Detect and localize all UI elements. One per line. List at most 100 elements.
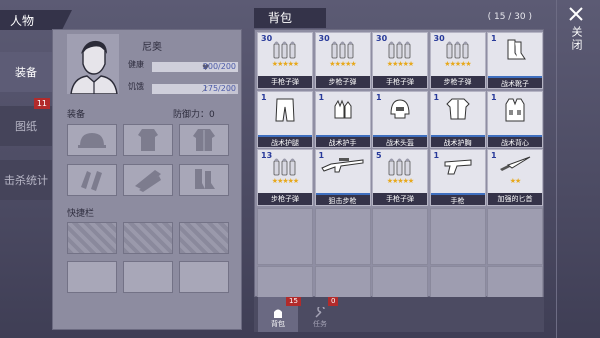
bullets-icon (373, 156, 427, 176)
nav-tab-equipment-label: 装备 (15, 66, 37, 79)
bag-item[interactable]: 1 手枪 (429, 149, 486, 206)
bag-item[interactable]: 30 ★★★★★ 手枪子弹 (372, 32, 428, 89)
bag-item[interactable]: 1 战术靴子 (487, 32, 543, 89)
item-name: 战术护手 (315, 134, 370, 147)
bag-item[interactable]: 1 ★★ 加强的匕首 (487, 149, 543, 206)
tasks-badge: 0 (328, 297, 339, 306)
bag-header-tab: 背包 (254, 8, 326, 28)
bag-item[interactable]: 1 战术护手 (314, 90, 371, 148)
item-name: 战术靴子 (488, 76, 542, 88)
equip-slot-outer[interactable] (179, 124, 229, 156)
bag-slot-empty[interactable] (487, 207, 543, 265)
bag-slot-empty[interactable] (314, 207, 371, 265)
chest-icon (431, 98, 485, 120)
character-panel: 尼奥 健康 ♥ 200/200 饥饿 ⟋ 175/200 装备 防御力：0 快捷… (52, 29, 242, 330)
quickbar-slot[interactable] (67, 261, 117, 293)
equip-slot-body[interactable] (123, 124, 173, 156)
jacket-icon (193, 129, 215, 151)
bag-item[interactable]: 1 战术头盔 (372, 90, 428, 148)
character-header-label: 人物 (10, 13, 35, 28)
quickbar-label: 快捷栏 (67, 209, 95, 219)
bag-item[interactable]: 13 ★★★★★ 步枪子弹 (257, 149, 313, 206)
equip-slot-hands[interactable] (67, 164, 117, 196)
nav-tab-blueprints-label: 图纸 (15, 120, 37, 133)
item-stars: ★★★★★ (386, 60, 414, 68)
bullets-icon (258, 156, 312, 176)
bag-item[interactable]: 1 战术背心 (487, 90, 543, 148)
bag-slot-empty[interactable] (429, 207, 486, 265)
hunger-value: 175/200 (202, 84, 236, 93)
bullets-icon (316, 39, 370, 59)
bag-header-label: 背包 (268, 11, 293, 25)
item-name: 步枪子弹 (258, 193, 312, 205)
item-stars: ★★ (509, 177, 522, 185)
equip-slot-legs[interactable] (123, 164, 173, 196)
item-name: 手枪子弹 (258, 76, 312, 88)
boots-icon (488, 39, 542, 61)
item-name: 手枪子弹 (373, 193, 427, 205)
hunger-stat: 饥饿 ⟋ 175/200 (128, 81, 238, 95)
bag-item[interactable]: 5 ★★★★★ 手枪子弹 (372, 149, 428, 206)
bottom-tab-tasks-label: 任务 (313, 320, 327, 328)
item-stars: ★★★★★ (329, 60, 356, 68)
quickbar-slot[interactable] (123, 261, 173, 293)
pants-icon (258, 98, 312, 122)
item-stars: ★★★★★ (271, 177, 299, 185)
bag-item[interactable]: 1 狙击步枪 (314, 149, 371, 206)
backpack-badge: 15 (286, 297, 301, 306)
gloves-icon (316, 98, 370, 120)
character-name: 尼奥 (142, 42, 162, 53)
character-portrait (67, 34, 119, 94)
bag-item[interactable]: 1 战术护腿 (257, 90, 313, 148)
quickbar-slot-locked (123, 222, 173, 254)
shirt-icon (138, 129, 158, 151)
quickbar-slot-locked (179, 222, 229, 254)
vest-icon (488, 98, 542, 122)
hunger-label: 饥饿 (128, 82, 144, 91)
nav-tab-kill-stats[interactable]: 击杀统计 (0, 160, 52, 200)
item-name: 狙击步枪 (315, 193, 370, 205)
bottom-tab-tasks[interactable]: 0 任务 (300, 297, 340, 332)
character-header: 人物 (0, 10, 72, 30)
item-name: 战术护胸 (430, 134, 485, 147)
boots-icon (195, 169, 215, 189)
close-button[interactable]: 关闭 (564, 6, 588, 72)
bullets-icon (258, 39, 312, 59)
item-name: 战术背心 (488, 134, 542, 147)
rifle-icon (316, 156, 370, 174)
equip-slot-feet[interactable] (179, 164, 229, 196)
defense-label: 防御力：0 (173, 110, 215, 120)
item-stars: ★★★★★ (386, 177, 414, 185)
bag-item[interactable]: 30 ★★★★★ 手枪子弹 (257, 32, 313, 89)
equip-slot-head[interactable] (67, 124, 117, 156)
bag-header: 背包 ( 15 / 30 ) (254, 8, 544, 28)
health-value: 200/200 (202, 62, 236, 71)
close-label: 关闭 (570, 26, 583, 52)
health-label: 健康 (128, 60, 144, 69)
item-name: 战术护腿 (258, 134, 312, 147)
bag-item[interactable]: 30 ★★★★★ 步枪子弹 (314, 32, 371, 89)
quickbar-slot[interactable] (179, 261, 229, 293)
bag-item[interactable]: 1 战术护胸 (429, 90, 486, 148)
bottom-tab-backpack[interactable]: 15 背包 (258, 297, 301, 332)
nav-tab-kill-stats-label: 击杀统计 (4, 174, 48, 187)
wrench-icon (315, 307, 325, 318)
nav-tab-equipment[interactable]: 装备 (0, 52, 52, 92)
knife-icon (488, 156, 542, 172)
bag-capacity: ( 15 / 30 ) (487, 12, 532, 22)
health-stat: 健康 ♥ 200/200 (128, 59, 238, 73)
nav-tab-blueprints[interactable]: 11 图纸 (0, 98, 52, 146)
bullets-icon (373, 39, 427, 59)
hat-icon (78, 133, 106, 148)
item-name: 战术头盔 (373, 134, 427, 147)
health-bar: ♥ 200/200 (152, 62, 238, 72)
hunger-bar: ⟋ 175/200 (152, 84, 238, 94)
bag-slot-empty[interactable] (372, 207, 428, 265)
item-name: 手枪子弹 (373, 76, 427, 88)
helmet-icon (373, 98, 427, 120)
bag-slot-empty[interactable] (257, 207, 313, 265)
item-stars: ★★★★★ (444, 60, 471, 68)
divider (556, 0, 557, 338)
bullets-icon (431, 39, 485, 59)
bag-item[interactable]: 30 ★★★★★ 步枪子弹 (429, 32, 486, 89)
